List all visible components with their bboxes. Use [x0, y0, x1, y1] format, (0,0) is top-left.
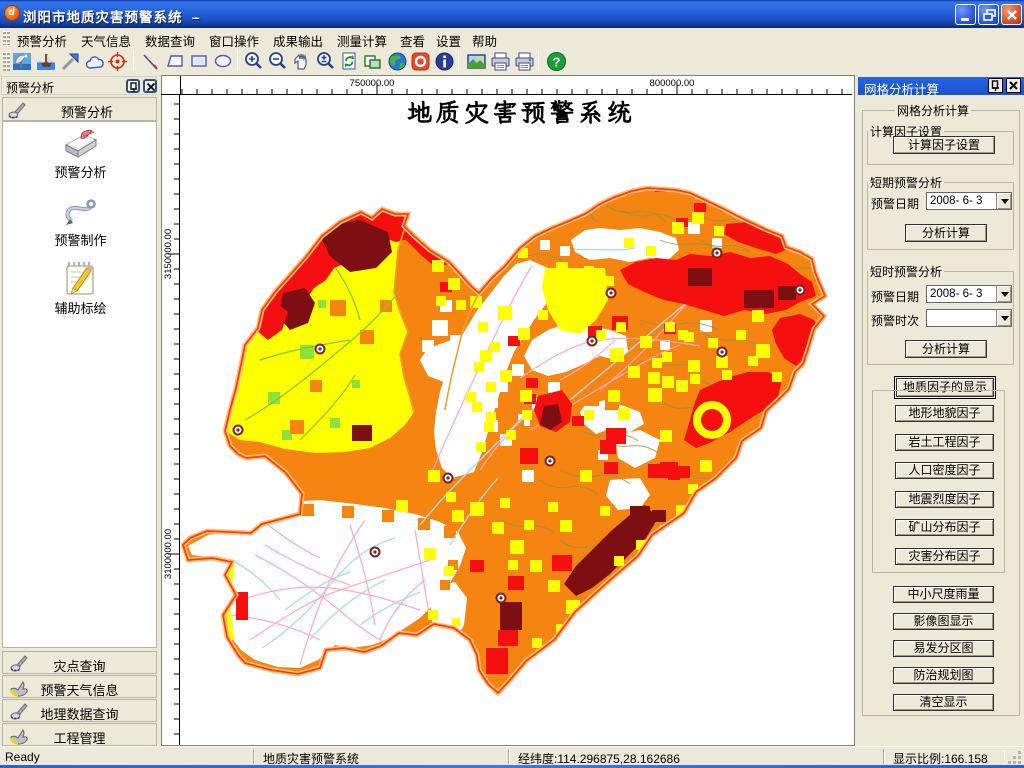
- svg-text:750000.00: 750000.00: [350, 78, 395, 89]
- svg-text:?: ?: [553, 55, 561, 70]
- svg-text:800000.00: 800000.00: [650, 78, 695, 89]
- svg-text:3100000.00: 3100000.00: [163, 529, 174, 579]
- svg-text:3150000.00: 3150000.00: [163, 229, 174, 279]
- svg-text:地质灾害预警系统: 地质灾害预警系统: [407, 96, 635, 129]
